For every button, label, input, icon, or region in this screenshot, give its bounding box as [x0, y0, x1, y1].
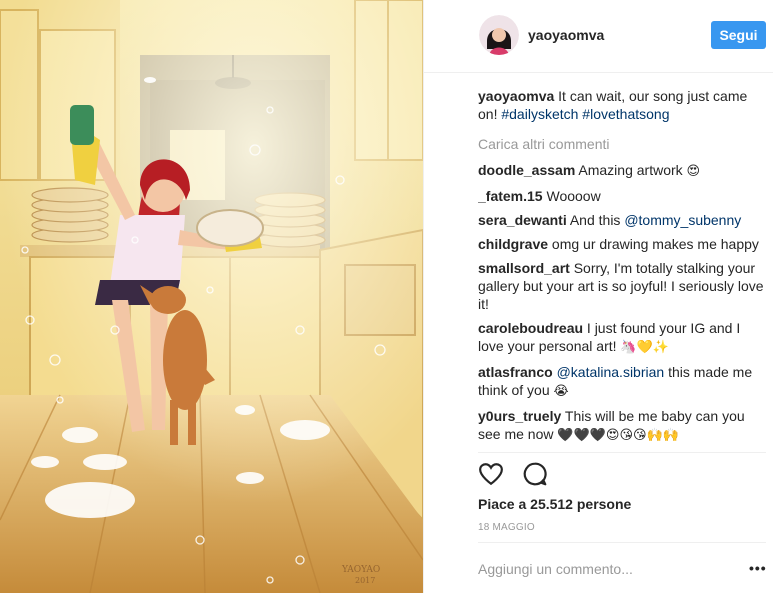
post-date: 18 MAGGIO — [478, 522, 535, 533]
comments-list: yaoyaomva It can wait, our song just cam… — [478, 87, 764, 447]
caption-username[interactable]: yaoyaomva — [478, 88, 554, 104]
likes-count[interactable]: Piace a 25.512 persone — [478, 496, 631, 512]
comment-icon[interactable] — [522, 461, 550, 489]
emoji-hearts-kisses-icon: 🖤🖤🖤😍😘😘🙌🙌 — [557, 428, 679, 443]
list-item: caroleboudreau I just found your IG and … — [478, 319, 764, 357]
svg-text:2017: 2017 — [355, 576, 375, 585]
comment-username[interactable]: caroleboudreau — [478, 320, 583, 336]
comment-username[interactable]: y0urs_truely — [478, 408, 561, 424]
comment-username[interactable]: sera_dewanti — [478, 212, 567, 228]
list-item: _fatem.15 Woooow — [478, 187, 764, 205]
heart-icon[interactable] — [478, 461, 506, 489]
post-image[interactable]: YAOYAO 2017 — [0, 0, 423, 593]
comment-text: And this — [569, 212, 621, 228]
list-item: sera_dewanti And this @tommy_subenny — [478, 211, 764, 229]
post-actions — [478, 461, 562, 489]
post-sidebar: yaoyaomva Segui yaoyaomva It can wait, o… — [423, 0, 773, 593]
load-more-comments[interactable]: Carica altri commenti — [478, 135, 764, 153]
comment-username[interactable]: atlasfranco — [478, 364, 553, 380]
hashtag-dailysketch[interactable]: #dailysketch — [501, 106, 578, 122]
list-item: doodle_assam Amazing artwork 😍 — [478, 161, 764, 181]
comment-text: omg ur drawing makes me happy — [551, 236, 759, 252]
more-options-icon[interactable]: ••• — [749, 560, 767, 576]
list-item: atlasfranco @katalina.sibrian this made … — [478, 363, 764, 401]
kitchen-illustration: YAOYAO 2017 — [0, 0, 423, 593]
emoji-crying-icon: 😭 — [553, 384, 569, 399]
avatar[interactable] — [479, 15, 519, 55]
hashtag-lovethatsong[interactable]: #lovethatsong — [582, 106, 669, 122]
divider — [478, 452, 766, 453]
list-item: childgrave omg ur drawing makes me happy — [478, 235, 764, 253]
artist-signature: YAOYAO — [341, 565, 380, 575]
post-author-username[interactable]: yaoyaomva — [528, 27, 604, 43]
comment-input[interactable]: Aggiungi un commento... — [478, 561, 718, 577]
comment-text: Woooow — [546, 188, 601, 204]
comment-username[interactable]: childgrave — [478, 236, 548, 252]
list-item: y0urs_truely This will be me baby can yo… — [478, 407, 764, 445]
comment-mention[interactable]: @tommy_subenny — [624, 212, 741, 228]
post-header: yaoyaomva Segui — [424, 0, 773, 73]
divider — [478, 542, 766, 543]
comment-username[interactable]: _fatem.15 — [478, 188, 543, 204]
comment-text: Amazing artwork — [578, 162, 683, 178]
caption: yaoyaomva It can wait, our song just cam… — [478, 87, 764, 123]
follow-button[interactable]: Segui — [711, 21, 766, 49]
emoji-heart-eyes-icon: 😍 — [686, 164, 701, 179]
comment-mention[interactable]: @katalina.sibrian — [557, 364, 665, 380]
comment-username[interactable]: smallsord_art — [478, 260, 570, 276]
list-item: smallsord_art Sorry, I'm totally stalkin… — [478, 259, 764, 313]
emoji-unicorn-heart-sparkles-icon: 🦄💛✨ — [620, 340, 669, 355]
comment-username[interactable]: doodle_assam — [478, 162, 575, 178]
